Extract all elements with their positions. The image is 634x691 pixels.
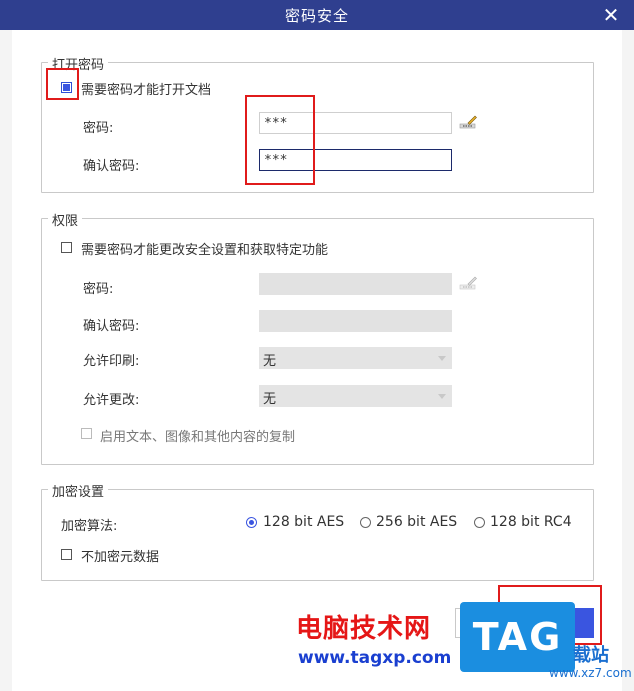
open-confirm-label: 确认密码: [83,159,140,174]
allow-print-value: 无 [263,354,277,369]
right-edge [622,30,634,691]
open-password-label: 密码: [83,121,114,136]
radio-128-aes[interactable] [246,517,257,528]
permissions-password-label: 密码: [83,282,114,297]
radio-256-aes-label: 256 bit AES [376,514,458,530]
copy-content-checkbox[interactable] [81,428,92,439]
edit-pencil-icon-disabled [459,276,477,290]
highlight-box-inputs [245,95,315,185]
chevron-down-icon [438,394,446,399]
encryption-legend: 加密设置 [48,481,109,500]
encryption-group [41,489,594,581]
watermark-url: www.tagxp.com [298,648,452,668]
no-metadata-checkbox[interactable] [61,549,72,560]
algorithm-label: 加密算法: [61,519,118,534]
left-edge [0,30,12,691]
watermark-right-url: www.xz7.com [549,666,632,680]
open-password-require-label: 需要密码才能打开文档 [81,83,212,98]
permissions-require-label: 需要密码才能更改安全设置和获取特定功能 [81,243,329,258]
title-bar: 密码安全 ✕ [0,0,634,30]
watermark-right-text: 载站 [573,645,609,666]
chevron-down-icon [438,356,446,361]
allow-change-value: 无 [263,392,277,407]
permissions-legend: 权限 [48,210,83,229]
permissions-confirm-input[interactable] [259,310,452,332]
permissions-password-input[interactable] [259,273,452,295]
radio-256-aes[interactable] [360,517,371,528]
allow-change-label: 允许更改: [83,393,140,408]
permissions-checkbox[interactable] [61,242,72,253]
radio-128-aes-label: 128 bit AES [263,514,345,530]
permissions-confirm-label: 确认密码: [83,319,140,334]
tag-logo: TAG [460,602,575,672]
close-icon[interactable]: ✕ [600,4,622,26]
window-title: 密码安全 [284,6,349,25]
allow-print-label: 允许印刷: [83,354,140,369]
radio-128-rc4[interactable] [474,517,485,528]
edit-pencil-icon[interactable] [459,115,477,129]
copy-content-label: 启用文本、图像和其他内容的复制 [100,430,296,445]
allow-print-select[interactable]: 无 [259,347,452,369]
watermark-site-name: 电脑技术网 [296,614,432,644]
highlight-box-checkbox [46,68,79,100]
radio-128-rc4-label: 128 bit RC4 [490,514,572,530]
no-metadata-label: 不加密元数据 [81,550,160,565]
allow-change-select[interactable]: 无 [259,385,452,407]
